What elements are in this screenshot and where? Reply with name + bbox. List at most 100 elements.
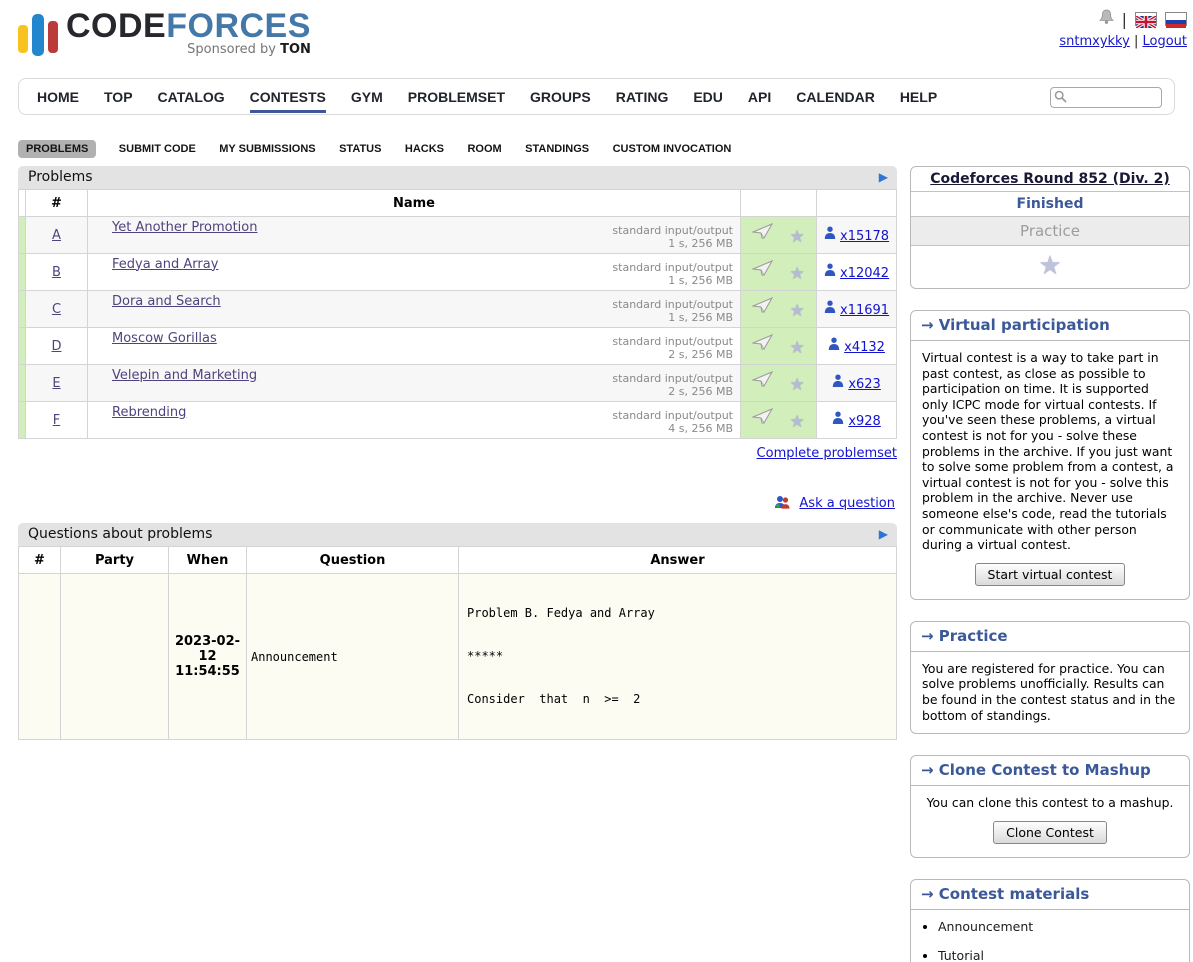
problem-letter-link[interactable]: A bbox=[52, 228, 61, 243]
clone-contest-button[interactable]: Clone Contest bbox=[993, 821, 1107, 844]
submit-plane-icon[interactable] bbox=[752, 414, 773, 429]
nav-item-gym[interactable]: GYM bbox=[351, 81, 383, 113]
favorite-star-icon[interactable]: ★ bbox=[789, 227, 804, 247]
logout-link[interactable]: Logout bbox=[1142, 34, 1187, 49]
codeforces-logo[interactable]: CODEFORCES Sponsored by TON bbox=[18, 8, 311, 66]
ask-question-link[interactable]: Ask a question bbox=[799, 496, 895, 511]
subnav-my-submissions[interactable]: MY SUBMISSIONS bbox=[218, 140, 316, 158]
nav-item-api[interactable]: API bbox=[748, 81, 771, 113]
answer-line: Consider that n >= 2 bbox=[467, 692, 888, 707]
nav-item-contests[interactable]: CONTESTS bbox=[250, 81, 326, 113]
close-icon[interactable]: × bbox=[1189, 919, 1190, 931]
favorite-star-icon[interactable]: ★ bbox=[789, 338, 804, 358]
practice-box: → Practice You are registered for practi… bbox=[910, 621, 1190, 734]
problem-letter-link[interactable]: D bbox=[51, 339, 61, 354]
contest-info-box: Codeforces Round 852 (Div. 2) Finished P… bbox=[910, 166, 1190, 289]
nav-item-top[interactable]: TOP bbox=[104, 81, 133, 113]
questions-box: Questions about problems ▶ # Party When … bbox=[18, 523, 897, 740]
problem-letter-link[interactable]: E bbox=[52, 376, 60, 391]
favorite-star-icon[interactable]: ★ bbox=[789, 264, 804, 284]
problems-header-row: # Name bbox=[19, 190, 897, 217]
search-input[interactable] bbox=[1070, 90, 1156, 106]
english-flag-icon[interactable] bbox=[1135, 12, 1157, 26]
col-header-name: Name bbox=[88, 190, 741, 217]
ask-question-row: Ask a question bbox=[18, 495, 895, 512]
nav-item-groups[interactable]: GROUPS bbox=[530, 81, 591, 113]
nav-item-home[interactable]: HOME bbox=[37, 81, 79, 113]
contest-favorite-star-icon[interactable]: ★ bbox=[1038, 251, 1061, 281]
clone-mashup-text: You can clone this contest to a mashup. bbox=[927, 795, 1174, 810]
contest-title-link[interactable]: Codeforces Round 852 (Div. 2) bbox=[930, 171, 1169, 187]
contest-materials-list: Announcement × Tutorial × bbox=[911, 919, 1189, 962]
question-text-cell: Announcement bbox=[247, 574, 459, 740]
username-link[interactable]: sntmxykky bbox=[1059, 34, 1129, 49]
io-type: standard input/output bbox=[612, 224, 733, 237]
solved-count-link[interactable]: x15178 bbox=[840, 229, 889, 244]
tutorial-link[interactable]: Tutorial bbox=[938, 948, 984, 962]
io-type: standard input/output bbox=[612, 372, 733, 385]
solved-count-link[interactable]: x11691 bbox=[840, 303, 889, 318]
search-icon bbox=[1054, 88, 1067, 107]
virtual-participation-title: → Virtual participation bbox=[911, 311, 1189, 341]
submit-plane-icon[interactable] bbox=[752, 377, 773, 392]
problem-name-link[interactable]: Velepin and Marketing bbox=[112, 368, 257, 383]
q-col-party: Party bbox=[61, 547, 169, 574]
problem-letter-link[interactable]: C bbox=[52, 302, 61, 317]
problem-name-link[interactable]: Fedya and Array bbox=[112, 257, 218, 272]
sponsored-brand: TON bbox=[280, 42, 311, 57]
subnav-room[interactable]: ROOM bbox=[466, 140, 502, 158]
solved-count-link[interactable]: x928 bbox=[848, 414, 881, 429]
solved-count-link[interactable]: x4132 bbox=[844, 340, 885, 355]
subnav-hacks[interactable]: HACKS bbox=[404, 140, 445, 158]
favorite-star-icon[interactable]: ★ bbox=[789, 375, 804, 395]
favorite-star-icon[interactable]: ★ bbox=[789, 301, 804, 321]
subnav-status[interactable]: STATUS bbox=[338, 140, 382, 158]
time-memory-limits: 2 s, 256 MB bbox=[668, 385, 733, 398]
problem-name-link[interactable]: Yet Another Promotion bbox=[112, 220, 257, 235]
col-header-solved bbox=[817, 190, 897, 217]
announcement-link[interactable]: Announcement bbox=[938, 919, 1033, 934]
nav-item-help[interactable]: HELP bbox=[900, 81, 937, 113]
bell-icon[interactable] bbox=[1099, 9, 1114, 29]
submit-plane-icon[interactable] bbox=[752, 266, 773, 281]
close-icon[interactable]: × bbox=[1189, 948, 1190, 960]
problem-letter-link[interactable]: F bbox=[53, 413, 60, 428]
solved-count-link[interactable]: x623 bbox=[848, 377, 881, 392]
nav-item-calendar[interactable]: CALENDAR bbox=[796, 81, 875, 113]
nav-item-problemset[interactable]: PROBLEMSET bbox=[408, 81, 505, 113]
problem-letter-link[interactable]: B bbox=[52, 265, 61, 280]
nav-item-rating[interactable]: RATING bbox=[616, 81, 669, 113]
codeforces-bars-icon bbox=[18, 12, 58, 66]
accepted-stripe bbox=[19, 254, 26, 291]
russian-flag-icon[interactable] bbox=[1165, 12, 1187, 26]
subnav-submit-code[interactable]: SUBMIT CODE bbox=[118, 140, 197, 158]
submit-plane-icon[interactable] bbox=[752, 340, 773, 355]
accepted-stripe bbox=[19, 291, 26, 328]
subnav-standings[interactable]: STANDINGS bbox=[524, 140, 590, 158]
problem-row-f: F standard input/output4 s, 256 MB Rebre… bbox=[19, 402, 897, 439]
subnav-custom-invocation[interactable]: CUSTOM INVOCATION bbox=[612, 140, 733, 158]
search-box[interactable] bbox=[1050, 87, 1162, 108]
questions-collapse-arrow-icon[interactable]: ▶ bbox=[879, 523, 888, 546]
problem-row-e: E standard input/output2 s, 256 MB Velep… bbox=[19, 365, 897, 402]
submit-plane-icon[interactable] bbox=[752, 229, 773, 244]
logo-title: CODEFORCES bbox=[66, 8, 311, 44]
solved-count-link[interactable]: x12042 bbox=[840, 266, 889, 281]
q-col-when: When bbox=[169, 547, 247, 574]
clone-mashup-box: → Clone Contest to Mashup You can clone … bbox=[910, 755, 1190, 858]
problem-name-link[interactable]: Moscow Gorillas bbox=[112, 331, 217, 346]
complete-problemset-link[interactable]: Complete problemset bbox=[757, 446, 897, 461]
start-virtual-contest-button[interactable]: Start virtual contest bbox=[975, 563, 1126, 586]
problems-caption: Problems ▶ bbox=[18, 166, 897, 189]
favorite-star-icon[interactable]: ★ bbox=[789, 412, 804, 432]
submit-plane-icon[interactable] bbox=[752, 303, 773, 318]
problem-name-link[interactable]: Dora and Search bbox=[112, 294, 221, 309]
nav-item-catalog[interactable]: CATALOG bbox=[158, 81, 225, 113]
problems-collapse-arrow-icon[interactable]: ▶ bbox=[879, 166, 888, 189]
solved-person-icon bbox=[832, 377, 844, 392]
nav-item-edu[interactable]: EDU bbox=[693, 81, 723, 113]
subnav-problems[interactable]: PROBLEMS bbox=[18, 140, 96, 158]
material-item-tutorial: Tutorial × bbox=[938, 948, 1189, 962]
contest-mode: Practice bbox=[911, 217, 1189, 246]
problem-name-link[interactable]: Rebrending bbox=[112, 405, 186, 420]
